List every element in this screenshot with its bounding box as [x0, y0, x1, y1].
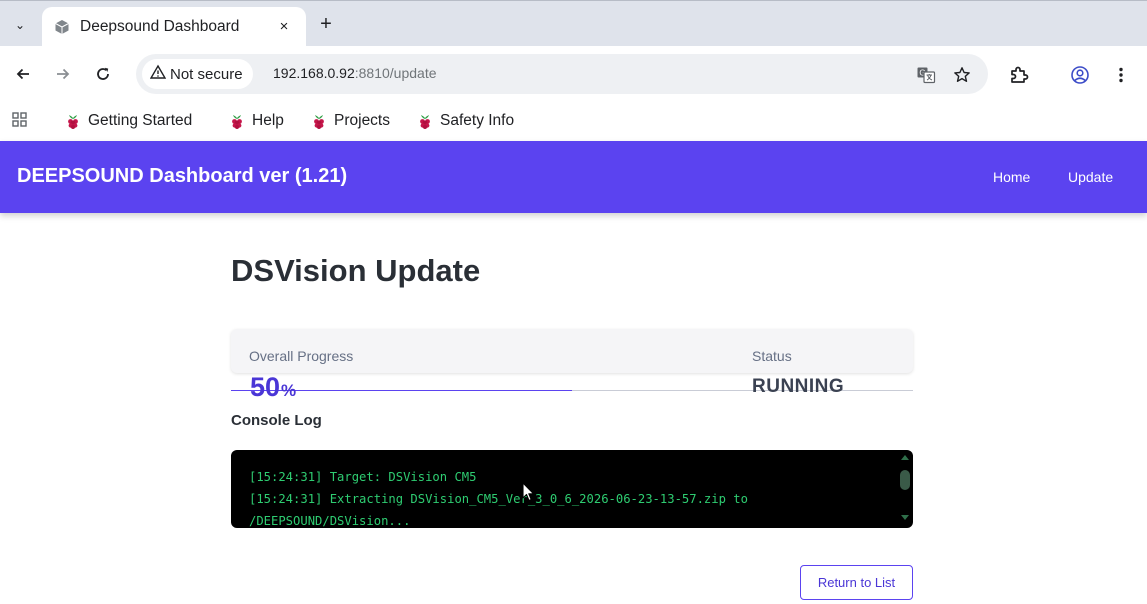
- console-log[interactable]: [15:24:31] Target: DSVision CM5 [15:24:3…: [231, 450, 913, 528]
- url-host: 192.168.0.92: [273, 65, 355, 81]
- log-line: [15:24:31] Extracting DSVision_CM5_Ver_3…: [249, 492, 748, 506]
- bookmark-getting-started[interactable]: Getting Started: [64, 108, 192, 134]
- address-bar[interactable]: Not secure 192.168.0.92:8810/update G: [136, 54, 988, 94]
- log-line: [15:24:31] Target: DSVision CM5: [249, 470, 477, 484]
- back-arrow-icon[interactable]: [13, 64, 33, 84]
- nav-update-link[interactable]: Update: [1068, 169, 1113, 185]
- progress-card: Overall Progress Status: [231, 329, 913, 373]
- tab-close-icon[interactable]: ×: [274, 16, 294, 36]
- url-path: :8810/update: [354, 65, 437, 81]
- extensions-puzzle-icon[interactable]: [1008, 64, 1030, 86]
- bookmark-label: Help: [252, 112, 284, 129]
- raspberry-icon: [420, 115, 430, 129]
- page-title: DSVision Update: [231, 253, 481, 288]
- warning-triangle-icon: [149, 64, 167, 85]
- translate-icon[interactable]: G: [916, 65, 936, 85]
- status-value: RUNNING: [752, 376, 845, 397]
- bookmark-help[interactable]: Help: [228, 108, 284, 134]
- security-chip[interactable]: Not secure: [142, 59, 253, 89]
- progress-unit: %: [281, 381, 297, 400]
- progress-value: 50: [250, 372, 281, 402]
- kebab-menu-icon[interactable]: [1110, 64, 1132, 86]
- url-text[interactable]: 192.168.0.92:8810/update: [273, 65, 437, 81]
- tab-search-chevron-icon[interactable]: ⌄: [10, 15, 30, 35]
- bookmark-label: Getting Started: [88, 112, 193, 129]
- app-header: DEEPSOUND Dashboard ver (1.21) Home Upda…: [0, 141, 1147, 213]
- console-log-label: Console Log: [231, 412, 322, 429]
- browser-tab[interactable]: Deepsound Dashboard ×: [42, 7, 306, 47]
- app-title: DEEPSOUND Dashboard ver (1.21): [17, 165, 348, 187]
- browser-tab-strip: ⌄ Deepsound Dashboard × +: [0, 0, 1147, 47]
- bookmark-star-icon[interactable]: [952, 65, 972, 85]
- overall-progress-label: Overall Progress: [249, 348, 354, 364]
- bookmark-safety-info[interactable]: Safety Info: [416, 108, 514, 134]
- browser-toolbar: Not secure 192.168.0.92:8810/update G: [0, 46, 1147, 102]
- raspberry-icon: [314, 115, 324, 129]
- console-scrollbar-thumb[interactable]: [900, 470, 910, 490]
- raspberry-icon: [232, 115, 242, 129]
- profile-avatar-icon[interactable]: [1069, 64, 1091, 86]
- scroll-up-arrow-icon[interactable]: [901, 455, 909, 460]
- bookmark-projects[interactable]: Projects: [310, 108, 390, 134]
- bookmark-label: Projects: [334, 112, 390, 129]
- apps-grid-icon[interactable]: [11, 111, 29, 129]
- cube-icon: [54, 19, 70, 35]
- scroll-down-arrow-icon[interactable]: [901, 515, 909, 520]
- bookmarks-bar: Getting Started Help Projects Safety Inf…: [0, 102, 1147, 140]
- progress-percent: 50%: [250, 372, 296, 403]
- log-line: /DEEPSOUND/DSVision...: [249, 514, 411, 528]
- return-to-list-button[interactable]: Return to List: [800, 565, 913, 600]
- nav-home-link[interactable]: Home: [993, 169, 1030, 185]
- reload-icon[interactable]: [93, 64, 113, 84]
- not-secure-label: Not secure: [170, 65, 243, 83]
- status-label: Status: [752, 348, 792, 364]
- mouse-cursor-icon: [522, 482, 535, 502]
- raspberry-icon: [68, 115, 78, 129]
- forward-arrow-icon[interactable]: [53, 64, 73, 84]
- bookmark-label: Safety Info: [440, 112, 515, 129]
- tab-title: Deepsound Dashboard: [80, 18, 240, 35]
- new-tab-button[interactable]: +: [316, 13, 336, 35]
